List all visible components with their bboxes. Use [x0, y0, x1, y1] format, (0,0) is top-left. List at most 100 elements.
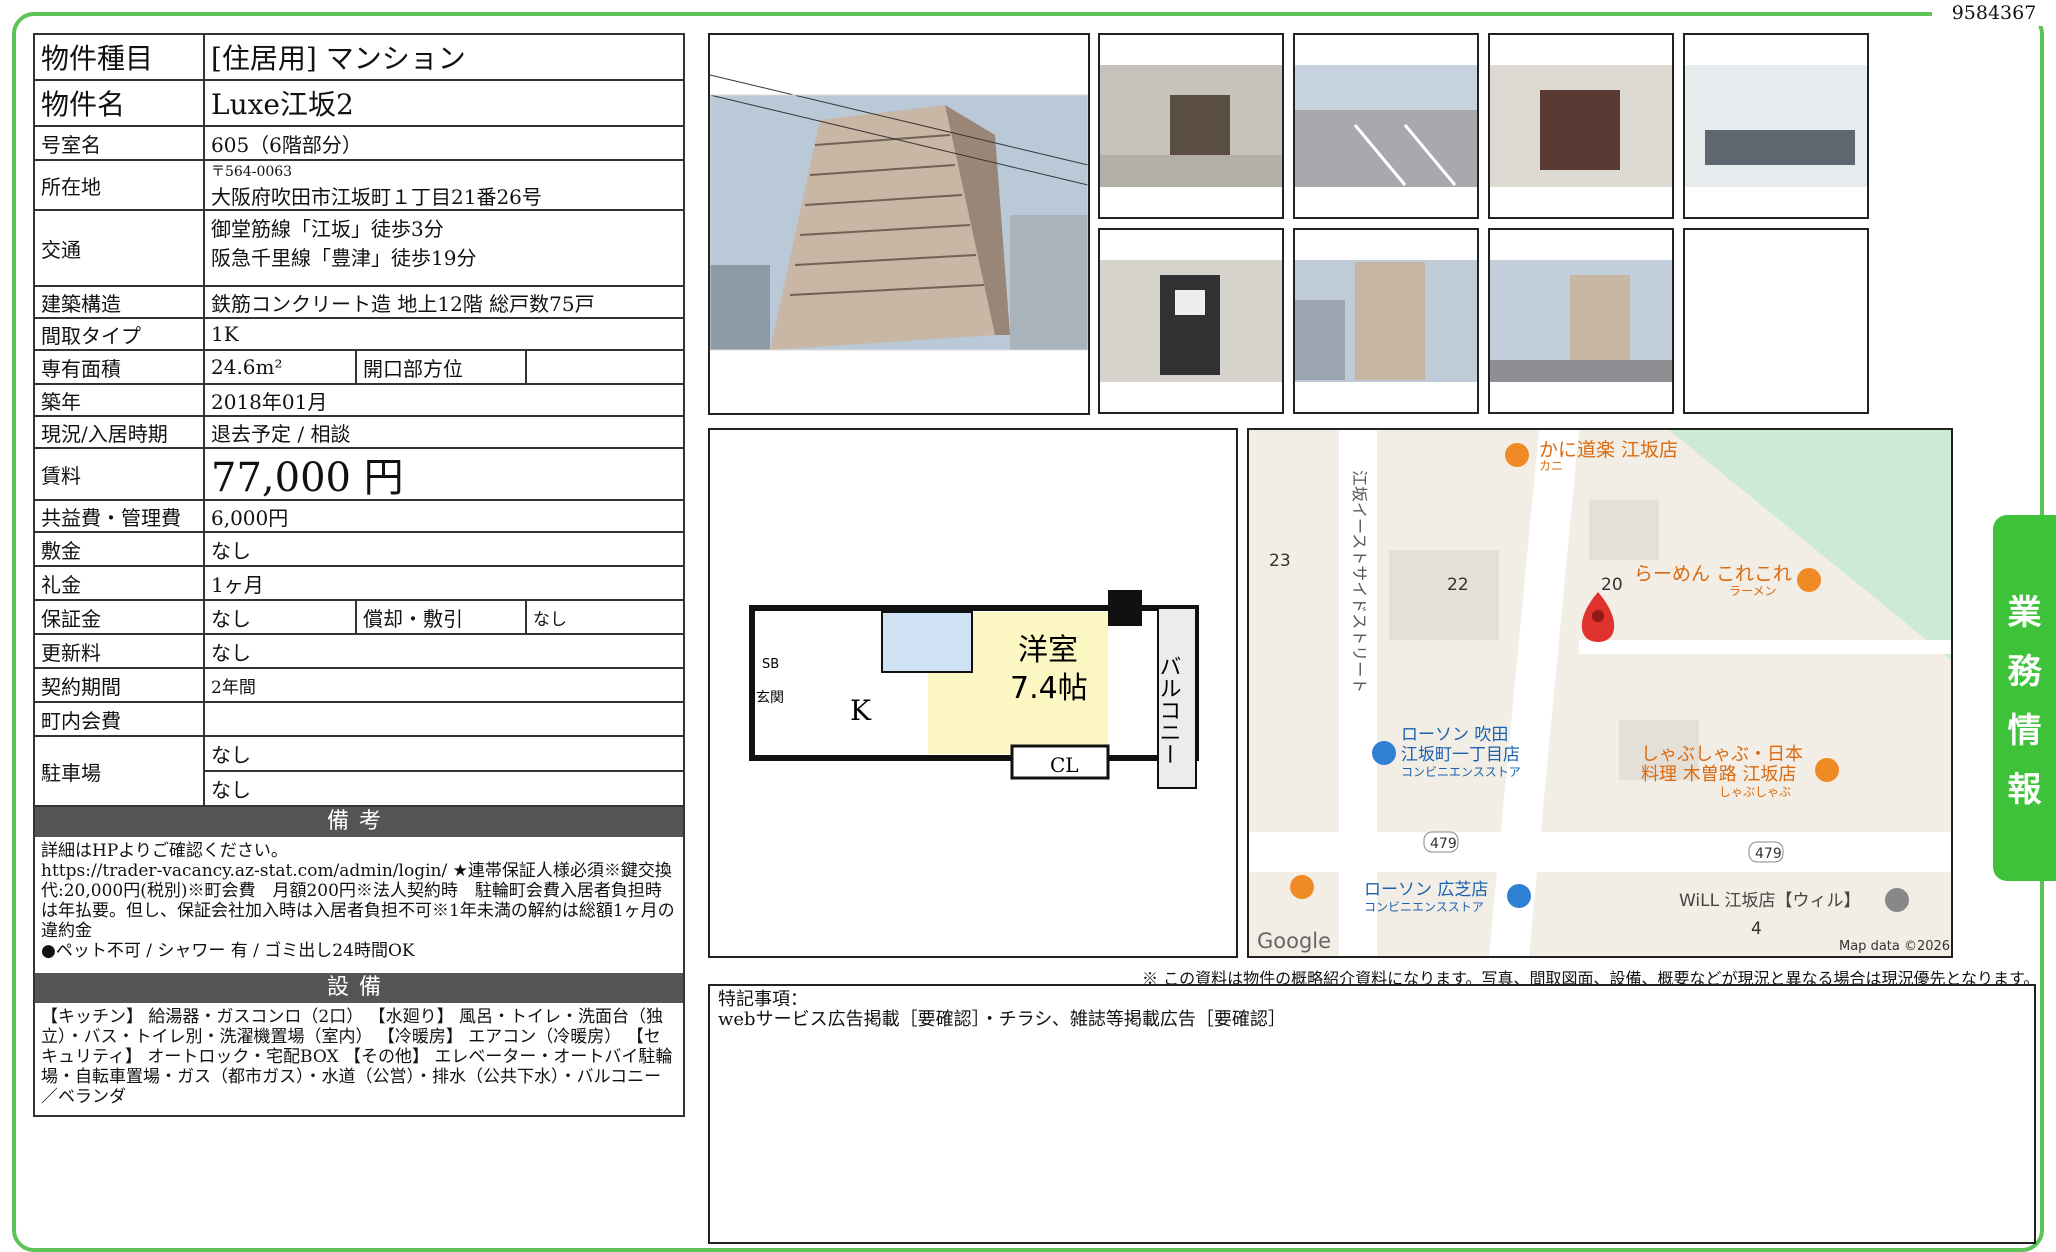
row-name: 物件名 Luxe江坂2 — [35, 81, 683, 127]
poi-sublabel: カニ — [1539, 459, 1563, 473]
type-label: 物件種目 — [35, 35, 205, 79]
area-map[interactable]: 江坂イーストサイドストリート かに道楽 江坂店 カニ らーめん これこれ ラーメ… — [1247, 428, 1953, 958]
row-built: 築年 2018年01月 — [35, 385, 683, 417]
main-building-photo[interactable] — [708, 33, 1090, 415]
equipment-text: 【キッチン】 給湯器・ガスコンロ（2口） 【水廻り】 風呂・トイレ・洗面台（独立… — [41, 1007, 673, 1107]
amort-label: 償却・敷引 — [357, 601, 527, 633]
building-exterior-image — [1295, 260, 1477, 382]
name-label: 物件名 — [35, 81, 205, 125]
thumbnail-photo[interactable] — [1488, 228, 1674, 414]
transport-label: 交通 — [35, 211, 205, 285]
fee-label: 共益費・管理費 — [35, 501, 205, 531]
thumbnail-photo[interactable] — [1098, 228, 1284, 414]
balcony-label: バルコニー — [1156, 655, 1181, 765]
thumbnail-photo[interactable] — [1293, 33, 1479, 219]
poi-label: ローソン 吹田 — [1401, 725, 1508, 745]
fee-value: 6,000円 — [211, 505, 289, 530]
postal-code: 〒564-0063 — [211, 163, 293, 180]
delivery-box-image — [1100, 260, 1282, 382]
document-id: 9584367 — [1932, 0, 2056, 26]
room-size-label: 7.4帖 — [1010, 671, 1088, 706]
route-number: 479 — [1430, 836, 1457, 852]
deposit-value: なし — [211, 538, 251, 563]
parking-value: なし — [205, 737, 683, 772]
parking-cell: なし なし — [205, 737, 683, 805]
poi-label: WiLL 江坂店【ウィル】 — [1679, 891, 1861, 911]
side-tab-char: 情 — [2007, 711, 2042, 751]
building-image — [710, 74, 1088, 351]
floor-plan[interactable]: 洋室 7.4帖 K CL SB 玄関 バルコニー — [708, 428, 1238, 958]
building-street-image — [1490, 260, 1672, 382]
address-label: 所在地 — [35, 161, 205, 209]
direction-value — [527, 351, 683, 383]
entrance-image — [1100, 65, 1282, 187]
renewal-value: なし — [211, 640, 251, 665]
bicycle-parking-image — [1685, 65, 1867, 187]
guarantee-label: 保証金 — [35, 601, 205, 633]
block-number: 20 — [1601, 575, 1623, 595]
thumbnail-photo[interactable] — [1488, 33, 1674, 219]
amort-value: なし — [533, 609, 567, 630]
layout-value: 1K — [211, 322, 239, 346]
poi-sublabel: コンビニエンスストア — [1364, 900, 1484, 914]
poi-label: 料理 木曽路 江坂店 — [1641, 764, 1796, 785]
address-cell: 〒564-0063 大阪府吹田市江坂町１丁目21番26号 — [205, 161, 683, 209]
poi-label: しゃぶしゃぶ・日本 — [1641, 744, 1803, 765]
row-layout: 間取タイプ 1K — [35, 319, 683, 351]
property-table: 物件種目 [住居用] マンション 物件名 Luxe江坂2 号室名 605（6階部… — [33, 33, 685, 1117]
row-room: 号室名 605（6階部分） — [35, 127, 683, 161]
street-name-label: 江坂イーストサイドストリート — [1350, 470, 1369, 693]
deposit-label: 敷金 — [35, 533, 205, 565]
type-value: [住居用] マンション — [211, 42, 466, 75]
special-notes-box: 特記事項： webサービス広告掲載［要確認］・チラシ、雑誌等掲載広告［要確認］ — [708, 984, 2036, 1244]
side-tab-char: 業 — [2007, 593, 2042, 633]
row-area: 専有面積 24.6m² 開口部方位 — [35, 351, 683, 385]
parking-image — [1295, 65, 1477, 187]
route-number: 479 — [1755, 846, 1782, 862]
entrance-label: 玄関 — [756, 689, 784, 706]
room-name-label: 洋室 — [1018, 633, 1078, 668]
thumbnail-photo[interactable] — [1683, 33, 1869, 219]
transport-line: 御堂筋線「江坂」徒歩3分 — [211, 217, 444, 241]
kitchen-label: K — [850, 694, 872, 727]
business-info-tab[interactable]: 業 務 情 報 — [1993, 515, 2056, 881]
built-value: 2018年01月 — [211, 389, 328, 414]
address-value: 大阪府吹田市江坂町１丁目21番26号 — [211, 184, 542, 209]
equipment-heading: 設備 — [35, 973, 683, 1003]
door-image — [1490, 65, 1672, 187]
floor-plan-drawing: 洋室 7.4帖 K CL SB 玄関 バルコニー — [749, 590, 1199, 789]
row-renewal: 更新料 なし — [35, 635, 683, 669]
rent-value: 77,000 円 — [211, 455, 404, 501]
rent-label: 賃料 — [35, 449, 205, 499]
direction-label: 開口部方位 — [357, 351, 527, 383]
closet-label: CL — [1050, 753, 1079, 777]
block-number: 23 — [1269, 551, 1291, 571]
row-type: 物件種目 [住居用] マンション — [35, 35, 683, 81]
row-transport: 交通 御堂筋線「江坂」徒歩3分 阪急千里線「豊津」徒歩19分 — [35, 211, 683, 287]
thumbnail-photo[interactable] — [1293, 228, 1479, 414]
thumbnail-photo[interactable] — [1098, 33, 1284, 219]
row-contract: 契約期間 2年間 — [35, 669, 683, 703]
poi-label: 江坂町一丁目店 — [1401, 745, 1520, 765]
status-value: 退去予定 / 相談 — [211, 421, 351, 446]
map-attribution: Map data ©2026 — [1839, 939, 1950, 954]
row-rent: 賃料 77,000 円 — [35, 449, 683, 501]
contract-label: 契約期間 — [35, 669, 205, 701]
status-label: 現況/入居時期 — [35, 417, 205, 447]
row-key-money: 礼金 1ヶ月 — [35, 567, 683, 601]
key-money-value: 1ヶ月 — [211, 572, 264, 597]
block-number: 22 — [1447, 575, 1469, 595]
google-logo: Google — [1257, 929, 1331, 953]
row-parking: 駐車場 なし なし — [35, 737, 683, 807]
room-label: 号室名 — [35, 127, 205, 159]
shoe-box-label: SB — [762, 657, 779, 672]
poi-sublabel: コンビニエンスストア — [1401, 765, 1521, 779]
guarantee-value: なし — [205, 601, 357, 633]
poi-sublabel: ラーメン — [1729, 584, 1777, 598]
row-guarantee: 保証金 なし 償却・敷引 なし — [35, 601, 683, 635]
area-value: 24.6m² — [205, 351, 357, 383]
renewal-label: 更新料 — [35, 635, 205, 667]
contract-value: 2年間 — [211, 677, 256, 698]
empty-thumbnail — [1683, 228, 1869, 414]
map-canvas: 江坂イーストサイドストリート かに道楽 江坂店 カニ らーめん これこれ ラーメ… — [1249, 430, 1951, 956]
